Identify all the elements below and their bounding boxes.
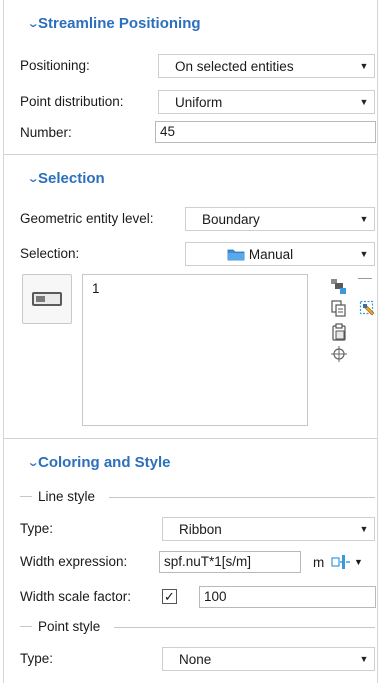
- section-streamline-positioning[interactable]: ⌄ Streamline Positioning: [4, 0, 377, 46]
- copy-selection-icon[interactable]: [330, 300, 348, 318]
- point-style-group-label: Point style: [20, 619, 100, 634]
- section-coloring-and-style[interactable]: ⌄ Coloring and Style: [4, 439, 377, 485]
- selection-label: Selection:: [20, 246, 80, 261]
- separator-line: [358, 278, 372, 279]
- point-distribution-label: Point distribution:: [20, 94, 124, 109]
- point-distribution-value: Uniform: [175, 94, 223, 110]
- geometric-entity-level-select[interactable]: Boundary ▼: [185, 207, 375, 231]
- chevron-down-icon: ⌄: [26, 172, 40, 185]
- width-expression-input[interactable]: spf.nuT*1[s/m]: [159, 551, 301, 573]
- width-scale-factor-checkbox[interactable]: ✓: [162, 589, 177, 604]
- width-scale-factor-label: Width scale factor:: [20, 589, 132, 604]
- group-line: [114, 627, 375, 628]
- unit-insert-button[interactable]: ▼: [331, 552, 363, 572]
- dropdown-arrow-icon: ▼: [354, 557, 363, 567]
- section-selection[interactable]: ⌄ Selection: [4, 155, 377, 201]
- group-line: [20, 626, 32, 627]
- dropdown-arrow-icon: ▼: [359, 524, 369, 534]
- point-type-label: Type:: [20, 651, 54, 666]
- group-line: [20, 496, 32, 497]
- line-style-group-label: Line style: [20, 489, 95, 504]
- dropdown-arrow-icon: ▼: [359, 654, 369, 664]
- section-title: Streamline Positioning: [38, 14, 201, 32]
- zoom-extents-icon[interactable]: [330, 345, 348, 363]
- folder-icon: [227, 249, 245, 260]
- activate-selection-toggle[interactable]: [22, 274, 72, 324]
- point-distribution-select[interactable]: Uniform ▼: [158, 90, 375, 114]
- chevron-down-icon: ⌄: [26, 17, 40, 30]
- paste-selection-icon[interactable]: [330, 323, 348, 341]
- toggle-selection-icon: [32, 292, 62, 306]
- clear-selection-icon[interactable]: [359, 300, 377, 318]
- positioning-label: Positioning:: [20, 58, 90, 73]
- selection-select[interactable]: Manual ▼: [185, 242, 375, 266]
- point-type-select[interactable]: None ▼: [162, 647, 375, 671]
- line-style-label: Line style: [38, 489, 96, 504]
- width-expression-label: Width expression:: [20, 554, 128, 569]
- list-item[interactable]: 1: [83, 275, 307, 302]
- number-input[interactable]: 45: [155, 121, 376, 143]
- line-type-value: Ribbon: [179, 521, 222, 537]
- number-label: Number:: [20, 125, 72, 140]
- dropdown-arrow-icon: ▼: [359, 214, 369, 224]
- section-title: Selection: [38, 169, 105, 187]
- positioning-select[interactable]: On selected entities ▼: [158, 54, 375, 78]
- point-type-value: None: [179, 651, 212, 667]
- selection-list[interactable]: 1: [82, 274, 308, 426]
- unit-insert-icon: [331, 555, 350, 569]
- positioning-value: On selected entities: [175, 58, 294, 74]
- dropdown-arrow-icon: ▼: [359, 249, 369, 259]
- dropdown-arrow-icon: ▼: [359, 61, 369, 71]
- width-unit: m: [313, 555, 325, 570]
- geometric-entity-level-value: Boundary: [202, 211, 260, 227]
- section-title: Coloring and Style: [38, 453, 171, 471]
- dropdown-arrow-icon: ▼: [359, 97, 369, 107]
- line-type-select[interactable]: Ribbon ▼: [162, 517, 375, 541]
- zoom-to-selection-icon[interactable]: [330, 278, 348, 296]
- selection-value: Manual: [248, 246, 294, 262]
- chevron-down-icon: ⌄: [26, 456, 40, 469]
- settings-panel: ⌄ Streamline Positioning Positioning: On…: [3, 0, 378, 683]
- line-type-label: Type:: [20, 521, 54, 536]
- width-scale-factor-input[interactable]: 100: [199, 586, 376, 608]
- group-line: [109, 497, 375, 498]
- geometric-entity-level-label: Geometric entity level:: [20, 211, 154, 226]
- point-style-label: Point style: [38, 619, 101, 634]
- selection-value-wrap: Manual: [186, 247, 354, 262]
